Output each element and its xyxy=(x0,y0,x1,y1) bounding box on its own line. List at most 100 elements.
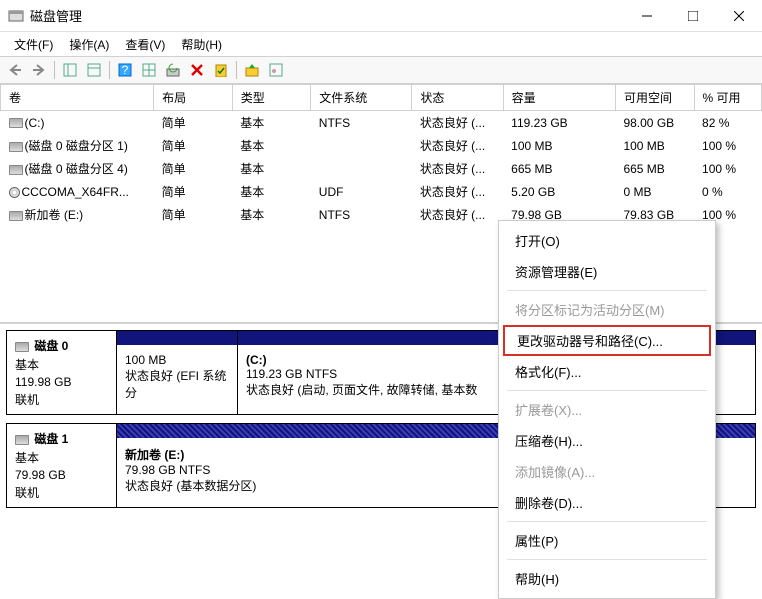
disk-name: 磁盘 0 xyxy=(34,339,68,353)
cell-pct: 100 % xyxy=(694,157,761,180)
forward-icon[interactable] xyxy=(28,59,50,81)
cell-layout: 简单 xyxy=(154,180,233,203)
cell-layout: 简单 xyxy=(154,203,233,226)
table-row[interactable]: (C:) 简单基本NTFS状态良好 (...119.23 GB98.00 GB82… xyxy=(1,111,762,135)
menu-view[interactable]: 查看(V) xyxy=(119,33,171,56)
disk-icon xyxy=(15,435,29,445)
disk-label[interactable]: 磁盘 1 基本 79.98 GB 联机 xyxy=(7,424,117,507)
disk-size: 79.98 GB xyxy=(15,468,108,482)
cell-fs: UDF xyxy=(311,180,412,203)
delete-icon[interactable] xyxy=(186,59,208,81)
cell-layout: 简单 xyxy=(154,111,233,135)
cell-type: 基本 xyxy=(232,134,311,157)
title-bar: 磁盘管理 xyxy=(0,0,762,32)
volume-name: 新加卷 (E:) xyxy=(25,208,84,222)
properties-icon[interactable] xyxy=(265,59,287,81)
ctx-mirror: 添加镜像(A)... xyxy=(499,456,715,487)
col-layout[interactable]: 布局 xyxy=(154,85,233,111)
partition-size: 100 MB xyxy=(125,353,229,367)
toolbar: ? xyxy=(0,56,762,84)
menu-file[interactable]: 文件(F) xyxy=(8,33,59,56)
drive-icon xyxy=(9,211,23,221)
cell-pct: 0 % xyxy=(694,180,761,203)
ctx-props[interactable]: 属性(P) xyxy=(499,525,715,556)
check-icon[interactable] xyxy=(210,59,232,81)
disk-icon xyxy=(15,342,29,352)
cell-free: 0 MB xyxy=(615,180,694,203)
app-icon xyxy=(8,8,24,24)
volume-name: (C:) xyxy=(25,116,45,130)
col-capacity[interactable]: 容量 xyxy=(503,85,615,111)
drive-icon xyxy=(9,142,23,152)
col-filesystem[interactable]: 文件系统 xyxy=(311,85,412,111)
maximize-button[interactable] xyxy=(670,0,716,31)
refresh-icon[interactable] xyxy=(162,59,184,81)
cell-fs: NTFS xyxy=(311,111,412,135)
col-volume[interactable]: 卷 xyxy=(1,85,154,111)
disk-type: 基本 xyxy=(15,449,108,466)
view1-icon[interactable] xyxy=(59,59,81,81)
disk-name: 磁盘 1 xyxy=(34,432,68,446)
table-row[interactable]: (磁盘 0 磁盘分区 1)简单基本状态良好 (...100 MB100 MB10… xyxy=(1,134,762,157)
minimize-button[interactable] xyxy=(624,0,670,31)
cell-free: 98.00 GB xyxy=(615,111,694,135)
disk-label[interactable]: 磁盘 0基本119.98 GB联机 xyxy=(7,331,117,414)
ctx-open[interactable]: 打开(O) xyxy=(499,225,715,256)
drive-icon xyxy=(9,165,23,175)
cell-status: 状态良好 (... xyxy=(412,180,503,203)
settings-icon[interactable] xyxy=(138,59,160,81)
ctx-delete[interactable]: 删除卷(D)... xyxy=(499,487,715,518)
cell-type: 基本 xyxy=(232,203,311,226)
ctx-mark-active: 将分区标记为活动分区(M) xyxy=(499,294,715,325)
close-button[interactable] xyxy=(716,0,762,31)
ctx-shrink[interactable]: 压缩卷(H)... xyxy=(499,425,715,456)
menu-action[interactable]: 操作(A) xyxy=(63,33,115,56)
ctx-help[interactable]: 帮助(H) xyxy=(499,563,715,594)
menu-bar: 文件(F) 操作(A) 查看(V) 帮助(H) xyxy=(0,32,762,56)
menu-help[interactable]: 帮助(H) xyxy=(175,33,228,56)
partition[interactable]: 100 MB状态良好 (EFI 系统分 xyxy=(117,331,237,414)
disk-status: 联机 xyxy=(15,484,108,501)
cell-free: 665 MB xyxy=(615,157,694,180)
partition-status: 状态良好 (EFI 系统分 xyxy=(125,367,229,401)
window-title: 磁盘管理 xyxy=(30,6,624,25)
cell-type: 基本 xyxy=(232,157,311,180)
cell-layout: 简单 xyxy=(154,134,233,157)
volume-name: (磁盘 0 磁盘分区 1) xyxy=(25,139,128,153)
cell-layout: 简单 xyxy=(154,157,233,180)
drive-icon xyxy=(9,118,23,128)
table-header-row: 卷 布局 类型 文件系统 状态 容量 可用空间 % 可用 xyxy=(1,85,762,111)
ctx-explorer[interactable]: 资源管理器(E) xyxy=(499,256,715,287)
volume-name: (磁盘 0 磁盘分区 4) xyxy=(25,162,128,176)
cell-fs xyxy=(311,134,412,157)
cell-pct: 100 % xyxy=(694,134,761,157)
back-icon[interactable] xyxy=(4,59,26,81)
cell-fs: NTFS xyxy=(311,203,412,226)
disk-icon[interactable] xyxy=(241,59,263,81)
cell-pct: 82 % xyxy=(694,111,761,135)
disk-status: 联机 xyxy=(15,391,108,408)
cell-status: 状态良好 (... xyxy=(412,111,503,135)
context-menu: 打开(O) 资源管理器(E) 将分区标记为活动分区(M) 更改驱动器号和路径(C… xyxy=(498,220,716,599)
col-free[interactable]: 可用空间 xyxy=(615,85,694,111)
col-type[interactable]: 类型 xyxy=(232,85,311,111)
help-icon[interactable]: ? xyxy=(114,59,136,81)
cell-fs xyxy=(311,157,412,180)
cell-status: 状态良好 (... xyxy=(412,203,503,226)
ctx-format[interactable]: 格式化(F)... xyxy=(499,356,715,387)
disk-type: 基本 xyxy=(15,356,108,373)
cell-type: 基本 xyxy=(232,180,311,203)
table-row[interactable]: (磁盘 0 磁盘分区 4)简单基本状态良好 (...665 MB665 MB10… xyxy=(1,157,762,180)
col-pct[interactable]: % 可用 xyxy=(694,85,761,111)
ctx-extend: 扩展卷(X)... xyxy=(499,394,715,425)
col-status[interactable]: 状态 xyxy=(412,85,503,111)
view2-icon[interactable] xyxy=(83,59,105,81)
volume-name: CCCOMA_X64FR... xyxy=(22,185,129,199)
ctx-change-letter[interactable]: 更改驱动器号和路径(C)... xyxy=(503,325,711,356)
cell-type: 基本 xyxy=(232,111,311,135)
cell-status: 状态良好 (... xyxy=(412,157,503,180)
cell-capacity: 5.20 GB xyxy=(503,180,615,203)
table-row[interactable]: CCCOMA_X64FR...简单基本UDF状态良好 (...5.20 GB0 … xyxy=(1,180,762,203)
cell-capacity: 119.23 GB xyxy=(503,111,615,135)
cd-icon xyxy=(9,187,20,198)
